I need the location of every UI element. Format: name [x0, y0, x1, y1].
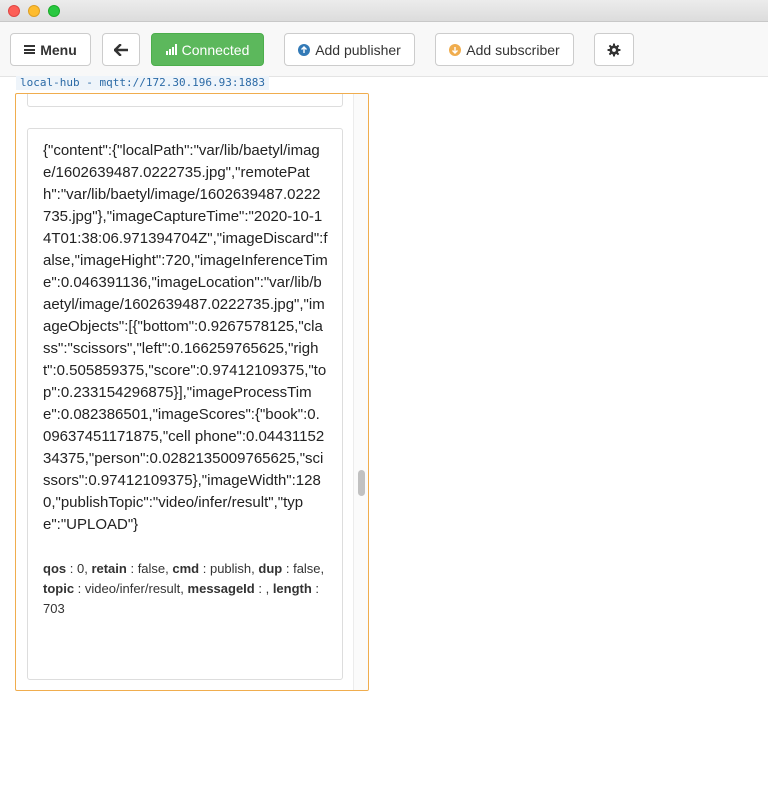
arrow-down-circle-icon [449, 43, 462, 56]
menu-button-label: Menu [40, 41, 77, 58]
subscriber-message-panel[interactable]: {"content":{"localPath":"var/lib/baetyl/… [15, 93, 369, 691]
meta-item-dup: dup : false, [258, 561, 325, 576]
window-titlebar [0, 0, 768, 22]
message-card: {"content":{"localPath":"var/lib/baetyl/… [27, 128, 343, 680]
minimize-window-button[interactable] [28, 5, 40, 17]
add-subscriber-label: Add subscriber [466, 41, 560, 58]
connection-label: local-hub - mqtt://172.30.196.93:1883 [16, 76, 270, 90]
hamburger-icon [24, 45, 36, 54]
add-publisher-button[interactable]: Add publisher [284, 33, 415, 66]
arrow-up-circle-icon [298, 43, 311, 56]
toolbar: Menu Connected Add publisher Add subscri… [0, 22, 768, 77]
close-window-button[interactable] [8, 5, 20, 17]
meta-item-message-id: messageId : , [187, 581, 273, 596]
meta-item-topic: topic : video/infer/result, [43, 581, 188, 596]
connection-status-button[interactable]: Connected [151, 33, 264, 66]
meta-item-cmd: cmd : publish, [172, 561, 259, 576]
panel-scrollbar-thumb[interactable] [358, 470, 365, 496]
zoom-window-button[interactable] [48, 5, 60, 17]
message-payload: {"content":{"localPath":"var/lib/baetyl/… [43, 142, 328, 533]
previous-message-card [27, 94, 343, 107]
panel-scrollbar[interactable] [353, 94, 368, 690]
add-publisher-label: Add publisher [315, 41, 401, 58]
message-meta: qos : 0, retain : false, cmd : publish, … [43, 559, 328, 619]
settings-button[interactable] [594, 33, 634, 66]
back-button[interactable] [102, 33, 140, 66]
signal-icon [165, 44, 177, 55]
gear-icon [607, 43, 621, 56]
meta-item-qos: qos : 0, [43, 561, 92, 576]
meta-item-retain: retain : false, [91, 561, 173, 576]
add-subscriber-button[interactable]: Add subscriber [435, 33, 574, 66]
menu-button[interactable]: Menu [10, 33, 91, 66]
connection-status-label: Connected [181, 41, 250, 58]
arrow-left-icon [114, 43, 128, 56]
